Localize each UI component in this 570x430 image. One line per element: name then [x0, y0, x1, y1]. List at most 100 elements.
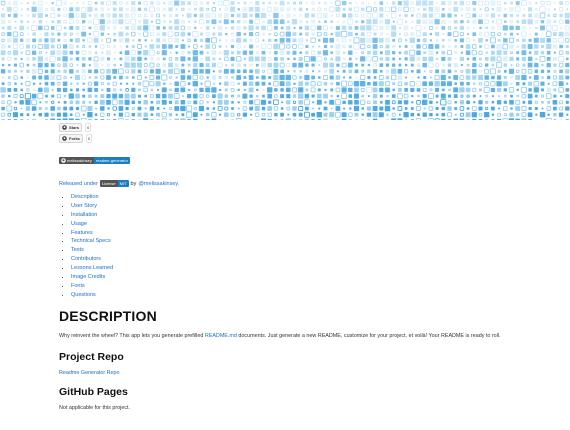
hero-tile	[279, 0, 285, 6]
hero-tile	[397, 75, 403, 80]
hero-tile	[510, 1, 513, 5]
toc-item[interactable]: Features	[71, 229, 549, 238]
hero-tile	[119, 26, 123, 30]
hero-tile	[440, 93, 446, 99]
hero-tile	[558, 50, 564, 55]
hero-tile	[460, 94, 464, 98]
hero-tile	[20, 76, 23, 79]
readme-md-link[interactable]: README.md	[205, 333, 237, 339]
toc-item[interactable]: Questions	[71, 291, 549, 300]
hero-tile	[180, 25, 186, 31]
repo-badge[interactable]: melissakinsey readme-generator	[59, 157, 130, 164]
hero-tile	[552, 81, 558, 87]
hero-tile	[312, 107, 315, 110]
hero-tile	[75, 20, 80, 24]
hero-tile	[348, 112, 353, 117]
hero-tile	[448, 20, 451, 23]
hero-tile	[564, 25, 570, 31]
hero-tile	[293, 26, 296, 29]
forks-count[interactable]: 0	[85, 134, 93, 143]
hero-tile	[76, 1, 79, 5]
hero-tile	[14, 82, 17, 85]
hero-tile	[465, 13, 471, 18]
hero-tile	[69, 38, 73, 42]
hero-tile	[373, 32, 377, 36]
hero-tile	[113, 57, 116, 60]
hero-tile	[168, 25, 173, 30]
toc-item[interactable]: User Story	[71, 202, 549, 211]
hero-tile	[341, 80, 348, 87]
hero-tile	[192, 112, 198, 118]
hero-tile	[20, 38, 24, 42]
hero-tile	[454, 113, 457, 116]
repo-link[interactable]: Readme Generator Repo	[59, 370, 120, 376]
hero-tile	[192, 93, 198, 99]
stars-button[interactable]: Stars	[59, 123, 83, 132]
hero-tile	[367, 2, 370, 5]
hero-tile	[553, 51, 556, 54]
hero-tile	[267, 106, 273, 111]
hero-tile	[155, 93, 161, 99]
author-link[interactable]: @melissakinsey.	[138, 181, 179, 187]
hero-tile	[312, 45, 315, 48]
hero-tile	[236, 25, 241, 31]
hero-tile	[192, 56, 198, 62]
hero-tile	[273, 74, 279, 81]
hero-tile	[45, 107, 48, 110]
hero-tile	[441, 69, 446, 74]
toc-item[interactable]: Image Credits	[71, 273, 549, 282]
toc-item[interactable]: Installation	[71, 211, 549, 220]
toc-item[interactable]: Tests	[71, 246, 549, 255]
hero-tile	[385, 81, 390, 87]
hero-tile	[396, 18, 403, 25]
hero-tile	[156, 75, 161, 80]
toc-item[interactable]: Contributors	[71, 255, 549, 264]
license-badge[interactable]: License MIT	[99, 180, 129, 187]
hero-tile	[360, 25, 366, 31]
hero-tile	[286, 93, 291, 99]
stars-count[interactable]: 0	[85, 123, 92, 132]
hero-tile	[318, 45, 321, 48]
hero-tile	[137, 106, 142, 111]
hero-tile	[236, 31, 241, 37]
hero-tile	[119, 88, 123, 92]
toc-item[interactable]: Usage	[71, 220, 549, 229]
description-heading: DESCRIPTION	[59, 307, 157, 324]
hero-tile	[553, 13, 557, 18]
hero-tile	[410, 32, 415, 36]
hero-tile	[75, 88, 80, 92]
hero-tile	[118, 13, 123, 18]
toc-item[interactable]: Lessons Learned	[71, 264, 549, 273]
hero-tile	[131, 106, 135, 111]
hero-tile	[124, 50, 130, 56]
hero-tile	[199, 1, 204, 5]
toc-item[interactable]: Description	[71, 193, 549, 202]
hero-tile	[510, 94, 513, 98]
hero-tile	[559, 13, 563, 18]
hero-tile	[322, 50, 329, 56]
hero-tile	[273, 81, 279, 87]
hero-tile	[343, 51, 346, 54]
hero-tile	[316, 93, 322, 99]
hero-tile	[466, 82, 470, 86]
hero-tile	[211, 75, 216, 80]
hero-tile	[50, 38, 55, 43]
toc-item[interactable]: Fonts	[71, 282, 549, 291]
hero-tile	[411, 101, 414, 104]
hero-tile	[473, 26, 476, 29]
hero-tile	[384, 19, 391, 25]
hero-tile	[173, 93, 180, 99]
hero-tile	[101, 51, 104, 54]
hero-tile	[7, 20, 11, 24]
toc-item[interactable]: Technical Specs	[71, 237, 549, 246]
hero-tile	[255, 1, 260, 6]
hero-tile	[199, 13, 204, 18]
hero-tile	[25, 44, 30, 49]
hero-tile	[24, 93, 31, 100]
hero-tile	[303, 111, 310, 118]
hero-tile	[124, 13, 130, 18]
hero-tile	[124, 62, 130, 68]
forks-button[interactable]: Forks	[59, 134, 83, 143]
hero-tile	[150, 88, 154, 92]
released-link[interactable]: Released under	[59, 181, 98, 187]
